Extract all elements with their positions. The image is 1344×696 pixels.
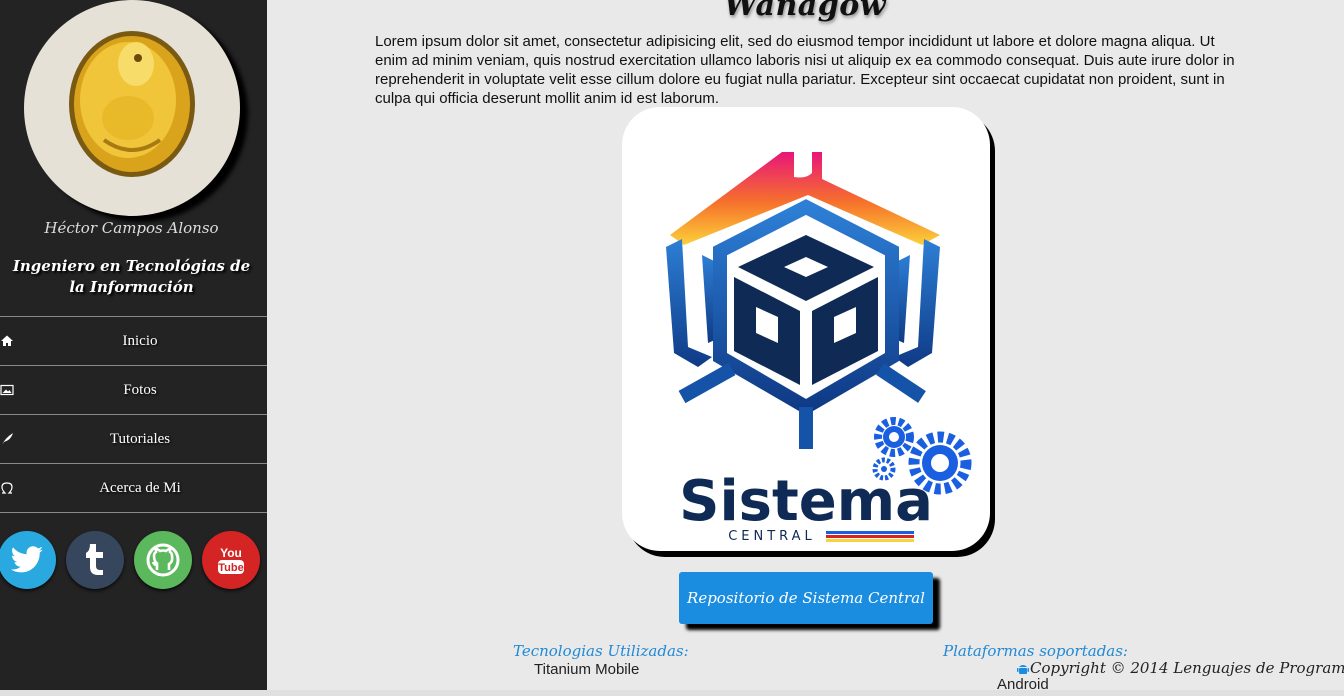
nav-item-inicio[interactable]: Inicio: [0, 316, 267, 365]
technologies-heading: Tecnologias Utilizadas:: [513, 642, 689, 660]
koopa-coin-image: [69, 31, 195, 177]
nav-label: Fotos: [123, 382, 157, 398]
nav-label: Tutoriales: [109, 431, 171, 447]
logo-wordmark: Sistema: [679, 469, 933, 534]
profile-name: Héctor Campos Alonso: [44, 219, 219, 237]
avatar: [24, 0, 240, 216]
copyright-footer: Copyright © 2014 Lenguajes de Programaci…: [1030, 659, 1344, 677]
svg-text:You: You: [220, 546, 242, 560]
profile-role: Ingeniero en Tecnológias de la Informaci…: [12, 257, 251, 296]
twitter-icon: [10, 546, 44, 573]
site-title: Wanagow: [723, 0, 887, 23]
nav-item-acerca[interactable]: Acerca de Mi: [0, 463, 267, 513]
project-logo-card: Sistema CENTRAL: [622, 107, 990, 551]
tumblr-icon: [86, 544, 103, 575]
repository-button[interactable]: Repositorio de Sistema Central: [679, 572, 933, 624]
intro-text: Lorem ipsum dolor sit amet, consectetur …: [375, 33, 1235, 107]
android-icon: [1017, 665, 1029, 674]
github-button[interactable]: [134, 531, 192, 589]
svg-text:Tube: Tube: [218, 562, 243, 574]
platforms-heading: Plataformas soportadas:: [943, 642, 1128, 660]
youtube-icon: You Tube: [218, 546, 244, 574]
youtube-button[interactable]: You Tube: [202, 531, 260, 589]
sidebar: Héctor Campos Alonso Ingeniero en Tecnol…: [0, 0, 267, 696]
nav-label: Inicio: [122, 333, 158, 349]
nav-item-tutoriales[interactable]: Tutoriales: [0, 414, 267, 463]
sidebar-nav: Inicio Fotos Tutoriales Acerca de Mi: [0, 316, 267, 513]
technologies-value: Titanium Mobile: [534, 661, 640, 678]
github-icon: [146, 543, 180, 577]
twitter-button[interactable]: [0, 531, 56, 589]
bottom-bar: [0, 690, 1344, 696]
nav-label: Acerca de Mi: [99, 480, 181, 496]
logo-subtitle: CENTRAL: [728, 529, 816, 544]
sistema-central-logo: Sistema CENTRAL: [666, 152, 972, 544]
tumblr-button[interactable]: [66, 531, 124, 589]
nav-item-fotos[interactable]: Fotos: [0, 365, 267, 414]
